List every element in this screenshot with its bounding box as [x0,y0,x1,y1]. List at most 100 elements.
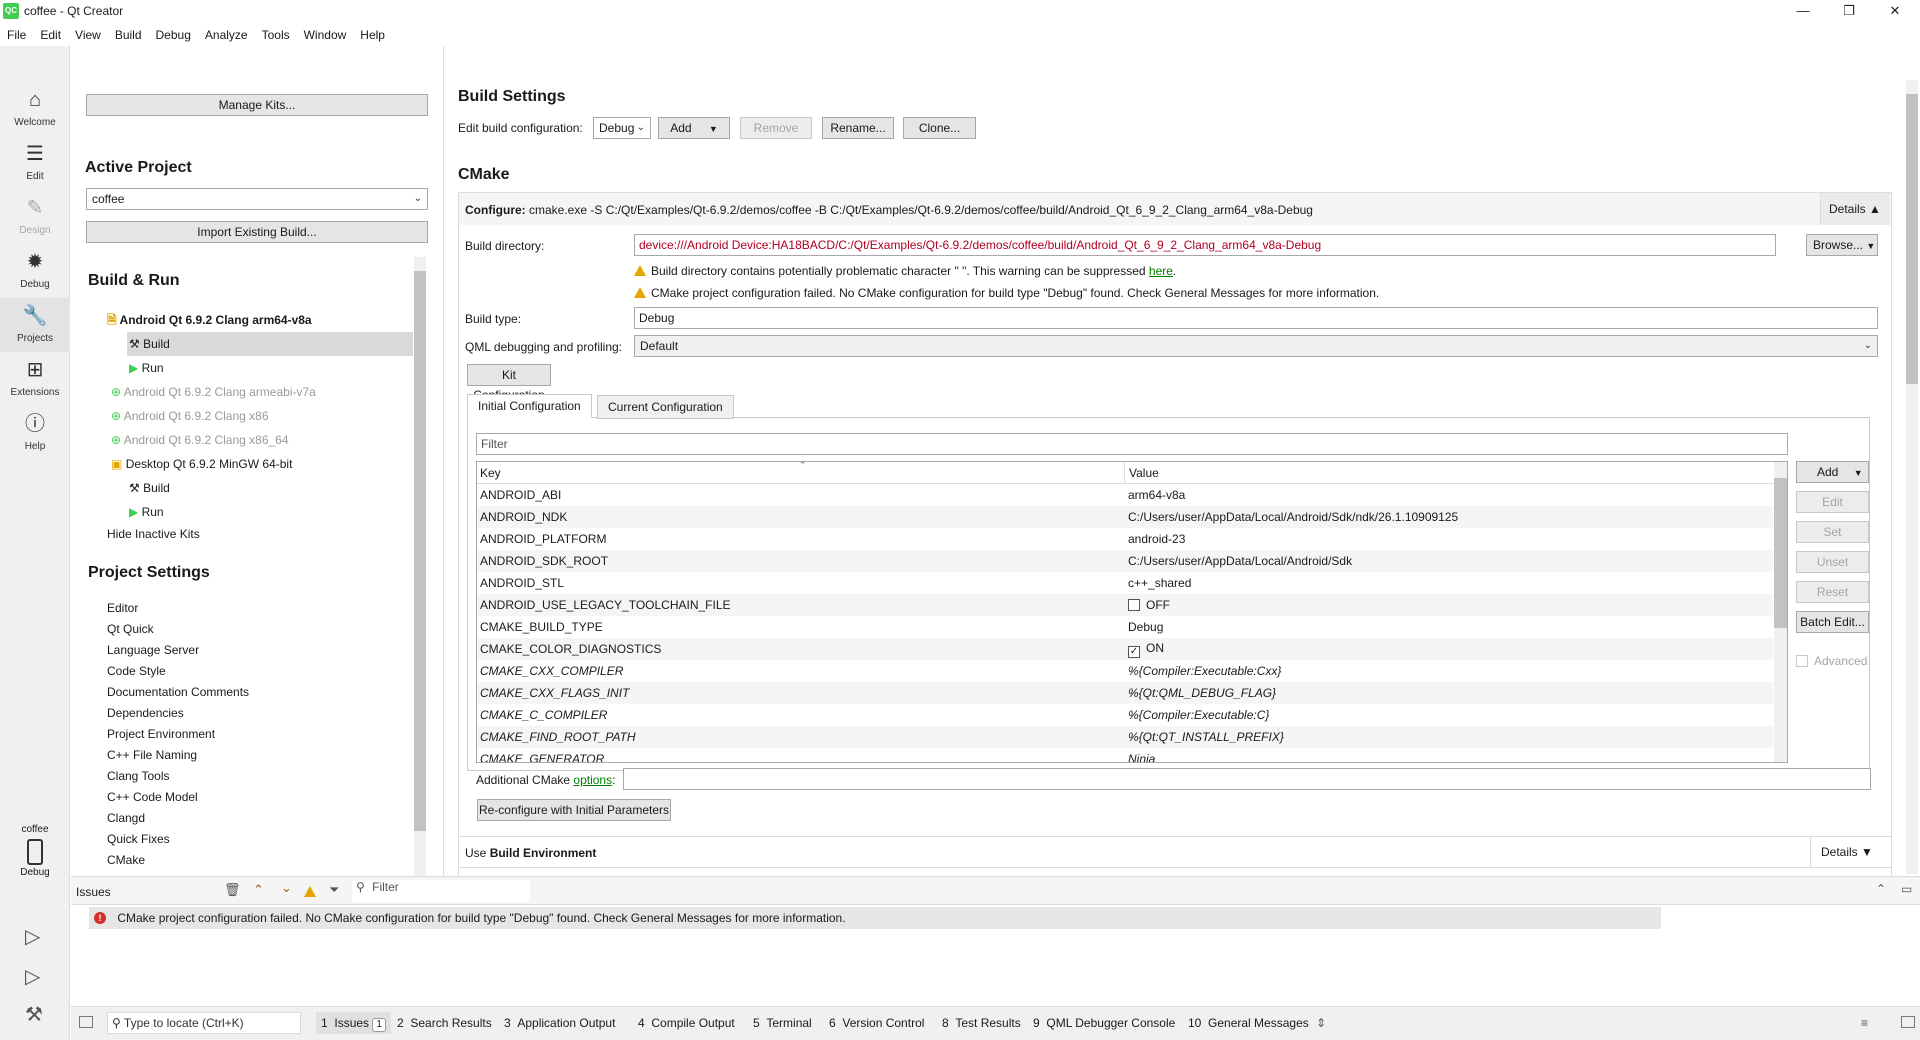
close-button[interactable]: ✕ [1872,0,1918,22]
environment-details-toggle[interactable]: Details ▼ [1810,836,1890,868]
debug-run-icon[interactable]: ▷ [25,964,40,989]
mode-extensions[interactable]: ⊞ Extensions [0,352,70,406]
ps-project-environment[interactable]: Project Environment [107,724,215,745]
menu-window[interactable]: Window [297,25,354,45]
ps-qt-quick[interactable]: Qt Quick [107,619,154,640]
browse-button[interactable]: Browse... ▼ [1806,234,1878,256]
mode-welcome[interactable]: ⌂ Welcome [0,82,70,136]
filter-funnel-icon[interactable]: ⏷ [329,882,339,898]
table-row[interactable]: ANDROID_NDK C:/Users/user/AppData/Local/A… [477,506,1773,528]
ps-dependencies[interactable]: Dependencies [107,703,184,724]
column-header-key[interactable]: Key [480,462,501,484]
pane-tab-general-messages[interactable]: 10 General Messages [1188,1016,1309,1030]
pane-tab-search-results[interactable]: 2 Search Results [397,1016,492,1030]
reconfigure-button[interactable]: Re-configure with Initial Parameters [477,799,671,821]
pane-tab-qml-debugger-console[interactable]: 9 QML Debugger Console [1033,1016,1175,1030]
rename-config-button[interactable]: Rename... [822,117,894,139]
ps-quick-fixes[interactable]: Quick Fixes [107,829,170,850]
build-hammer-icon[interactable]: ⚒ [25,1002,43,1027]
ps-cpp-code-model[interactable]: C++ Code Model [107,787,198,808]
collapse-up-icon[interactable]: ⌃ [1876,882,1886,896]
scrollbar-thumb[interactable] [1906,94,1918,384]
menu-edit[interactable]: Edit [33,25,68,45]
mode-edit[interactable]: ☰ Edit [0,136,70,190]
minimize-button[interactable]: — [1780,0,1826,22]
table-row[interactable]: ANDROID_STL c++_shared [477,572,1773,594]
table-row[interactable]: CMAKE_CXX_COMPILER %{Compiler:Executable:… [477,660,1773,682]
advanced-checkbox[interactable]: Advanced [1796,654,1867,668]
table-set-button[interactable]: Set [1796,521,1869,543]
maximize-button[interactable]: ❐ [1826,0,1872,22]
config-filter-input[interactable]: Filter [476,433,1788,455]
right-sidebar-toggle-icon[interactable] [1901,1016,1915,1028]
pane-tab-terminal[interactable]: 5 Terminal [753,1016,812,1030]
pane-tab-version-control[interactable]: 6 Version Control [829,1016,924,1030]
checkbox-unchecked[interactable] [1128,599,1140,611]
table-row[interactable]: CMAKE_BUILD_TYPE Debug [477,616,1773,638]
build-config-combo[interactable]: Debug ⌄ [593,117,651,139]
issue-row[interactable]: ! CMake project configuration failed. No… [89,907,1661,929]
kit-configuration-button[interactable]: Kit Configuration [467,364,551,402]
kit-desktop-build[interactable]: ⚒ Build [129,476,170,500]
qml-debugging-combo[interactable]: Default ⌄ [634,335,1878,357]
target-selector[interactable]: coffee Debug [0,824,70,878]
table-unset-button[interactable]: Unset [1796,551,1869,573]
kit-desktop-mingw[interactable]: ▣ Desktop Qt 6.9.2 MinGW 64-bit [111,452,292,476]
menu-debug[interactable]: Debug [149,25,198,45]
maximize-pane-icon[interactable]: ▭ [1901,882,1912,896]
menu-tools[interactable]: Tools [255,25,297,45]
table-row[interactable]: CMAKE_FIND_ROOT_PATH %{Qt:QT_INSTALL_PREF… [477,726,1773,748]
scrollbar-thumb[interactable] [414,271,426,831]
pane-tab-test-results[interactable]: 8 Test Results [942,1016,1021,1030]
menu-view[interactable]: View [68,25,108,45]
run-icon[interactable]: ▷ [25,924,40,949]
menu-file[interactable]: File [0,25,33,45]
kit-android-arm64-build[interactable]: ⚒ Build [127,332,413,356]
suppress-warning-link[interactable]: here [1149,264,1173,278]
table-row[interactable]: ANDROID_PLATFORM android-23 [477,528,1773,550]
scrollbar-thumb[interactable] [1774,478,1787,628]
ps-cmake[interactable]: CMake [107,850,145,871]
menu-build[interactable]: Build [108,25,149,45]
ps-clangd[interactable]: Clangd [107,808,145,829]
add-config-button[interactable]: Add ▼ [658,117,730,139]
row-value-checkbox[interactable]: ✓ ON [1125,638,1773,660]
ps-documentation-comments[interactable]: Documentation Comments [107,682,249,703]
table-row[interactable]: CMAKE_COLOR_DIAGNOSTICS ✓ ON [477,638,1773,660]
kit-android-arm64-run[interactable]: ▶ Run [129,356,164,380]
ps-code-style[interactable]: Code Style [107,661,166,682]
locator-input[interactable]: ⚲ Type to locate (Ctrl+K) [107,1012,301,1034]
mode-design[interactable]: ✎ Design [0,190,70,244]
pane-tab-application-output[interactable]: 3 Application Output [504,1016,615,1030]
table-row[interactable]: ANDROID_ABI arm64-v8a [477,484,1773,506]
pane-tab-issues[interactable]: 1 Issues 1 [316,1012,391,1034]
ps-editor[interactable]: Editor [107,598,138,619]
cmake-options-link[interactable]: options [573,773,612,787]
mode-help[interactable]: ⓘ Help [0,406,70,460]
kit-android-arm64[interactable]: 🗎 Android Qt 6.9.2 Clang arm64-v8a [107,308,407,332]
ps-cpp-file-naming[interactable]: C++ File Naming [107,745,197,766]
ps-language-server[interactable]: Language Server [107,640,199,661]
tab-current-configuration[interactable]: Current Configuration [597,395,734,419]
menu-help[interactable]: Help [353,25,392,45]
mode-debug[interactable]: ✹ Debug [0,244,70,298]
batch-edit-button[interactable]: Batch Edit... [1796,611,1869,633]
trash-icon[interactable]: 🗑 [224,882,241,898]
kit-android-x86-64[interactable]: ⊕ Android Qt 6.9.2 Clang x86_64 [111,428,289,452]
more-tabs-icon[interactable]: ⇕ [1316,1016,1326,1030]
table-row[interactable]: CMAKE_C_COMPILER %{Compiler:Executable:C} [477,704,1773,726]
build-type-input[interactable]: Debug [634,307,1878,329]
kit-android-armeabi[interactable]: ⊕ Android Qt 6.9.2 Clang armeabi-v7a [111,380,316,404]
pane-tab-compile-output[interactable]: 4 Compile Output [638,1016,735,1030]
ps-clang-tools[interactable]: Clang Tools [107,766,169,787]
table-scrollbar[interactable] [1774,462,1787,762]
clone-config-button[interactable]: Clone... [903,117,976,139]
main-scrollbar[interactable] [1906,80,1918,874]
checkbox-checked[interactable]: ✓ [1128,645,1140,658]
chevron-up-icon[interactable]: ⌃ [253,882,264,898]
table-row[interactable]: ANDROID_USE_LEGACY_TOOLCHAIN_FILE OFF [477,594,1773,616]
table-row[interactable]: ANDROID_SDK_ROOT C:/Users/user/AppData/Lo… [477,550,1773,572]
checkbox-unchecked[interactable] [1796,655,1808,667]
issues-filter-input[interactable]: ⚲ Filter [352,880,530,902]
active-project-combo[interactable]: coffee ⌄ [86,188,428,210]
